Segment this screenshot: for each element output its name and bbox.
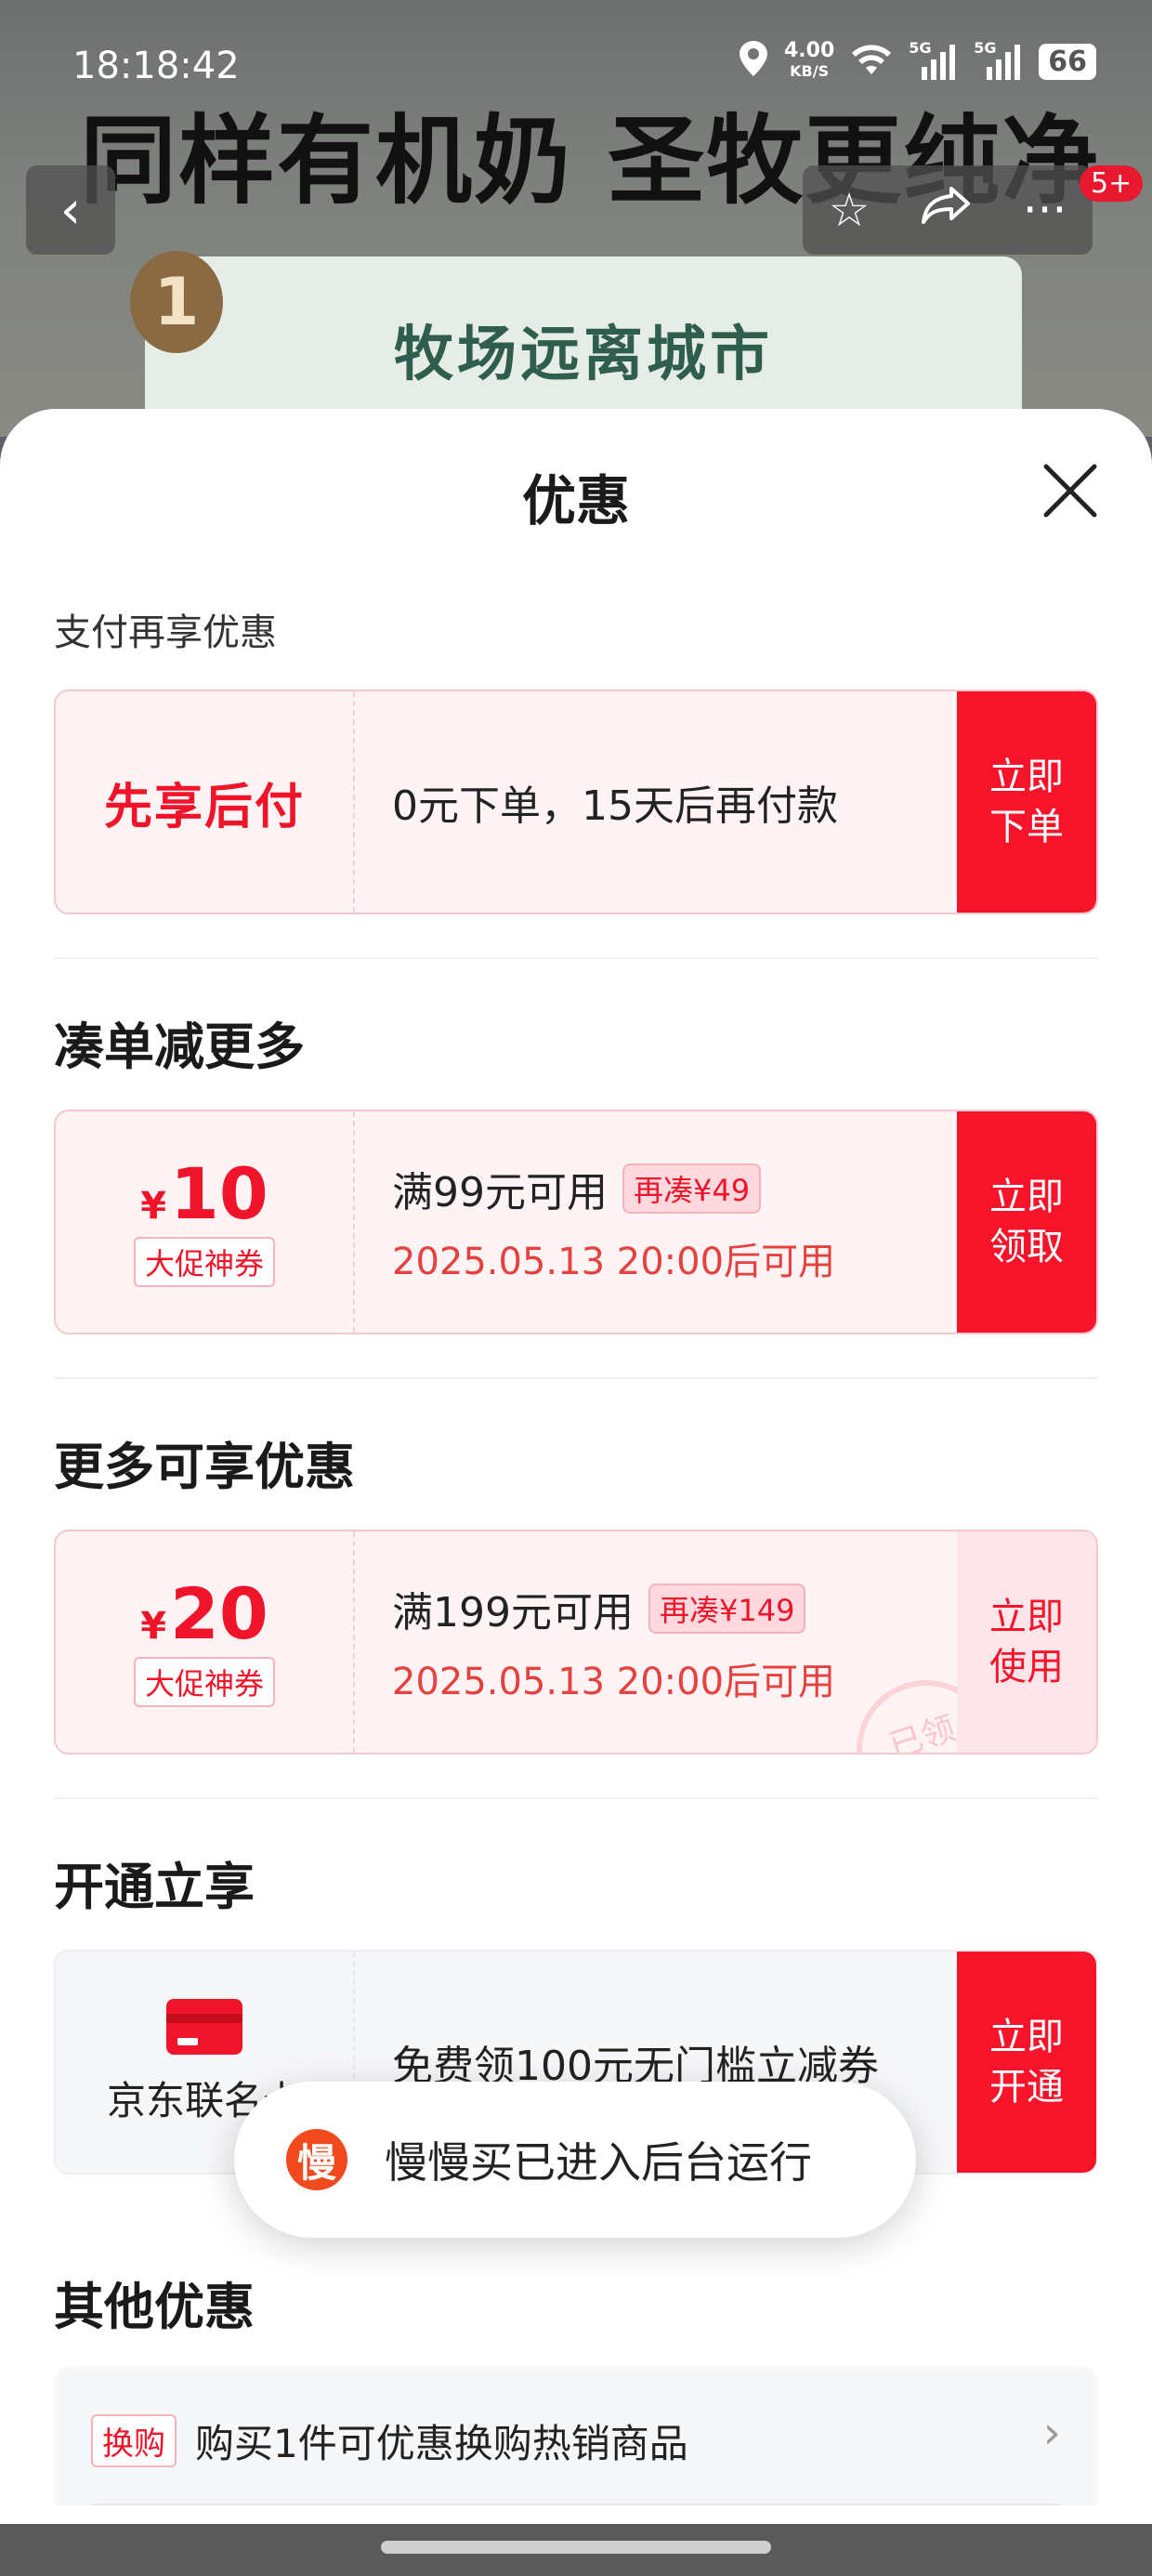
more-icon[interactable]: ···: [1023, 183, 1067, 237]
home-indicator[interactable]: [381, 2541, 771, 2554]
close-icon: [1043, 464, 1097, 518]
pay-later-card: 先享后付 0元下单，15天后再付款 立即下单: [54, 690, 1098, 914]
star-icon[interactable]: ☆: [829, 183, 871, 237]
bundle-section-title: 凑单减更多: [54, 1018, 305, 1076]
back-button[interactable]: ‹: [26, 165, 115, 255]
more-section-title: 更多可享优惠: [54, 1438, 355, 1496]
add-more-pill[interactable]: 再凑¥49: [622, 1163, 762, 1214]
add-more-pill[interactable]: 再凑¥149: [648, 1584, 806, 1634]
pay-later-name: 先享后付: [103, 779, 305, 835]
product-page-background: 同样有机奶 圣牧更纯净 1 牧场远离城市 18:18:42 4.00 KB/S …: [0, 0, 1152, 437]
signal-icon: 5G: [909, 39, 957, 80]
header-actions: ☆ ···: [803, 165, 1093, 255]
chevron-right-icon: ›: [1042, 2407, 1061, 2459]
divider: [54, 1377, 1098, 1379]
coupon-value: ¥10 大促神券: [56, 1111, 355, 1333]
promo-text: 牧场远离城市: [394, 321, 773, 389]
coupon-type-tag: 大促神券: [133, 1657, 275, 1707]
coupon-value: ¥20 大促神券: [56, 1531, 355, 1753]
pay-later-left: 先享后付: [56, 691, 355, 913]
coupon-amount: ¥20: [140, 1572, 268, 1655]
other-section-title: 其他优惠: [54, 2278, 255, 2336]
exchange-tag: 换购: [91, 2414, 177, 2467]
use-now-button[interactable]: 立即使用: [957, 1531, 1096, 1753]
coupon-amount: ¥10: [140, 1152, 268, 1235]
coupon-valid-time: 2025.05.13 20:00后可用: [392, 1661, 836, 1703]
cart-badge: 5+: [1080, 165, 1144, 202]
battery-indicator: 66: [1039, 43, 1096, 80]
background-running-toast: 慢 慢慢买已进入后台运行: [234, 2082, 916, 2238]
wifi-icon: [851, 43, 892, 80]
toast-message: 慢慢买已进入后台运行: [385, 2137, 812, 2188]
status-icons: 4.00 KB/S 5G 5G 66: [739, 39, 1096, 82]
divider: [54, 957, 1098, 959]
order-now-button[interactable]: 立即下单: [957, 691, 1096, 913]
exchange-offer-text: 购买1件可优惠换购热销商品: [195, 2421, 688, 2466]
more-coupon-card: ¥20 大促神券 满199元可用 再凑¥149 2025.05.13 20:00…: [54, 1530, 1098, 1755]
status-time: 18:18:42: [72, 45, 240, 87]
coupon-valid-time: 2025.05.13 20:00后可用: [392, 1241, 836, 1283]
pay-later-info: 0元下单，15天后再付款: [392, 691, 957, 913]
activate-now-button[interactable]: 立即开通: [957, 1952, 1096, 2173]
bundle-coupon-card: ¥10 大促神券 满99元可用 再凑¥49 2025.05.13 20:00后可…: [54, 1110, 1098, 1334]
pay-later-section-label: 支付再享优惠: [54, 611, 277, 654]
coupon-info: 满99元可用 再凑¥49 2025.05.13 20:00后可用: [392, 1111, 957, 1333]
network-speed: 4.00 KB/S: [783, 39, 835, 81]
signal-icon-2: 5G: [974, 39, 1022, 80]
close-button[interactable]: [1037, 457, 1104, 524]
location-icon: [739, 41, 767, 82]
app-logo-icon: 慢: [286, 2129, 347, 2190]
share-icon[interactable]: [921, 183, 972, 237]
sheet-title: 优惠: [521, 469, 630, 532]
claim-now-button[interactable]: 立即领取: [957, 1111, 1096, 1333]
coupon-condition: 满199元可用: [392, 1589, 634, 1636]
credit-card-icon: [166, 1998, 242, 2055]
exchange-offer-row[interactable]: 换购 购买1件可优惠换购热销商品 ›: [54, 2366, 1098, 2505]
membership-section-title: 开通立享: [54, 1858, 255, 1916]
pay-later-desc: 0元下单，15天后再付款: [392, 782, 838, 830]
discount-sheet: 优惠 支付再享优惠 先享后付 0元下单，15天后再付款 立即下单 凑单减更多 ¥…: [0, 409, 1152, 2576]
coupon-type-tag: 大促神券: [133, 1237, 275, 1287]
chevron-left-icon: ‹: [59, 179, 82, 241]
coupon-condition: 满99元可用: [392, 1169, 608, 1216]
divider: [91, 2504, 1061, 2505]
divider: [54, 1797, 1098, 1799]
